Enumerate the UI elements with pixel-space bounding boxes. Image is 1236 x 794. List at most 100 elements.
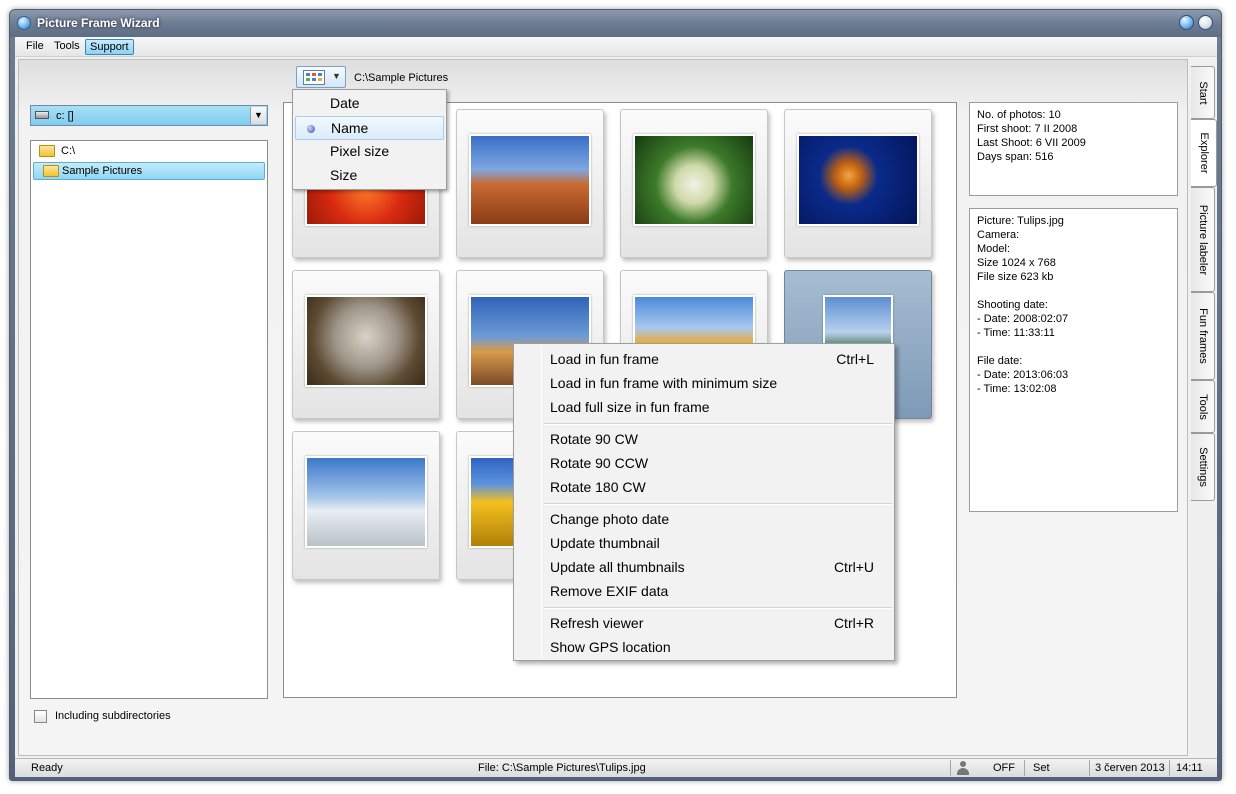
sort-item-label: Name — [331, 120, 369, 136]
tab-label: Explorer — [1197, 132, 1210, 174]
menu-file[interactable]: File — [21, 39, 49, 55]
menu-separator — [544, 503, 892, 505]
menu-item-label: Refresh viewer — [550, 615, 644, 631]
tree-item-label: C:\ — [61, 145, 76, 157]
radio-selected-icon — [307, 125, 315, 133]
status-separator — [1024, 760, 1025, 776]
tab-fun-frames[interactable]: Fun frames — [1191, 292, 1215, 380]
sort-by-pixel-size[interactable]: Pixel size — [295, 140, 444, 164]
tab-label: Tools — [1196, 393, 1209, 420]
tab-tools[interactable]: Tools — [1191, 380, 1215, 433]
gps-person-icon — [956, 760, 970, 776]
info-line: - Date: 2008:02:07 — [977, 313, 1069, 325]
sort-by-name[interactable]: Name — [295, 116, 444, 140]
status-separator — [1169, 760, 1170, 776]
thumbnail-grid-icon — [303, 70, 325, 85]
folder-tree: C:\ Sample Pictures — [30, 140, 268, 699]
minimize-button[interactable] — [1179, 15, 1194, 30]
menu-bar: File Tools Support — [15, 37, 1217, 57]
menu-rotate-90-cw[interactable]: Rotate 90 CW — [550, 428, 890, 450]
title-bar[interactable]: Picture Frame Wizard — [10, 10, 1221, 37]
status-set[interactable]: Set — [1033, 762, 1050, 774]
status-bar: Ready File: C:\Sample Pictures\Tulips.jp… — [15, 758, 1217, 777]
tab-label: Settings — [1196, 447, 1209, 487]
menu-load-fun-frame-min-size[interactable]: Load in fun frame with minimum size — [550, 372, 890, 394]
menu-item-label: Show GPS location — [550, 639, 671, 655]
status-separator — [1089, 760, 1090, 776]
info-line: File size 623 kb — [977, 271, 1054, 283]
info-line: Camera: — [977, 229, 1020, 241]
menu-load-full-size[interactable]: Load full size in fun frame — [550, 396, 890, 418]
thumbnail-image — [305, 456, 427, 548]
tree-item-label: Sample Pictures — [62, 165, 143, 177]
info-line: Model: — [977, 243, 1011, 255]
info-line: Picture: Tulips.jpg — [977, 215, 1064, 227]
tree-item-root[interactable]: C:\ — [33, 143, 265, 161]
menu-rotate-90-ccw[interactable]: Rotate 90 CCW — [550, 452, 890, 474]
menu-update-all-thumbnails[interactable]: Update all thumbnails Ctrl+U — [550, 556, 890, 578]
side-tab-strip: Start Explorer Picture labeler Fun frame… — [1191, 61, 1217, 761]
menu-support[interactable]: Support — [85, 39, 134, 55]
tree-item-sample-pictures[interactable]: Sample Pictures — [33, 162, 265, 180]
stat-photo-count: No. of photos: 10 — [977, 109, 1061, 121]
window-title: Picture Frame Wizard — [37, 16, 160, 30]
stat-last-shoot: Last Shoot: 6 VII 2009 — [977, 137, 1086, 149]
menu-change-photo-date[interactable]: Change photo date — [550, 508, 890, 530]
menu-item-label: Remove EXIF data — [550, 583, 669, 599]
status-date: 3 červen 2013 — [1095, 762, 1165, 774]
menu-item-label: Load in fun frame — [550, 351, 659, 367]
thumbnail-desert[interactable] — [456, 109, 604, 258]
view-mode-button[interactable]: ▼ — [296, 66, 346, 88]
drive-selector[interactable]: c: [] ▼ — [30, 105, 268, 126]
thumbnail-hydrangeas[interactable] — [620, 109, 768, 258]
tab-label: Picture labeler — [1196, 204, 1209, 275]
menu-item-label: Rotate 90 CW — [550, 431, 638, 447]
folder-open-icon — [43, 165, 59, 177]
chevron-down-icon: ▼ — [332, 71, 341, 81]
tab-picture-labeler[interactable]: Picture labeler — [1191, 187, 1215, 292]
maximize-button[interactable] — [1198, 15, 1213, 30]
thumbnail-penguins[interactable] — [292, 431, 440, 580]
menu-shortcut: Ctrl+L — [836, 351, 874, 367]
thumbnail-image — [633, 134, 755, 226]
menu-item-label: Change photo date — [550, 511, 670, 527]
tab-settings[interactable]: Settings — [1191, 433, 1215, 501]
menu-item-label: Load in fun frame with minimum size — [550, 375, 778, 391]
menu-rotate-180-cw[interactable]: Rotate 180 CW — [550, 476, 890, 498]
tab-label: Fun frames — [1196, 308, 1209, 364]
sort-by-size[interactable]: Size — [295, 164, 444, 188]
menu-update-thumbnail[interactable]: Update thumbnail — [550, 532, 890, 554]
menu-separator — [544, 423, 892, 425]
stat-days-span: Days span: 516 — [977, 151, 1054, 163]
tab-start[interactable]: Start — [1191, 66, 1215, 119]
drive-label: c: [] — [56, 110, 74, 122]
menu-load-fun-frame[interactable]: Load in fun frame Ctrl+L — [550, 348, 890, 370]
status-file: File: C:\Sample Pictures\Tulips.jpg — [478, 762, 646, 774]
drive-icon — [35, 111, 49, 119]
thumbnail-context-menu: Load in fun frame Ctrl+L Load in fun fram… — [513, 343, 895, 661]
status-ready: Ready — [31, 762, 63, 774]
collection-stats-panel: No. of photos: 10 First shoot: 7 II 2008… — [969, 102, 1178, 196]
thumbnail-koala[interactable] — [292, 270, 440, 419]
menu-refresh-viewer[interactable]: Refresh viewer Ctrl+R — [550, 612, 890, 634]
menu-item-label: Load full size in fun frame — [550, 399, 710, 415]
stat-first-shoot: First shoot: 7 II 2008 — [977, 123, 1078, 135]
dropdown-arrow-icon[interactable]: ▼ — [250, 107, 266, 124]
info-line: - Date: 2013:06:03 — [977, 369, 1069, 381]
tab-explorer[interactable]: Explorer — [1191, 119, 1217, 187]
menu-tools[interactable]: Tools — [49, 39, 85, 55]
menu-gutter — [541, 346, 542, 658]
thumbnail-image — [305, 295, 427, 387]
menu-remove-exif[interactable]: Remove EXIF data — [550, 580, 890, 602]
include-subdirectories-label: Including subdirectories — [55, 710, 171, 722]
thumbnail-image — [469, 134, 591, 226]
info-line: File date: — [977, 355, 1023, 367]
menu-show-gps-location[interactable]: Show GPS location — [550, 636, 890, 658]
include-subdirectories-checkbox[interactable] — [34, 710, 47, 723]
menu-separator — [544, 607, 892, 609]
thumbnail-jellyfish[interactable] — [784, 109, 932, 258]
current-path: C:\Sample Pictures — [354, 72, 449, 84]
sort-by-date[interactable]: Date — [295, 92, 444, 116]
folder-open-icon — [39, 145, 55, 157]
menu-item-label: Update thumbnail — [550, 535, 660, 551]
